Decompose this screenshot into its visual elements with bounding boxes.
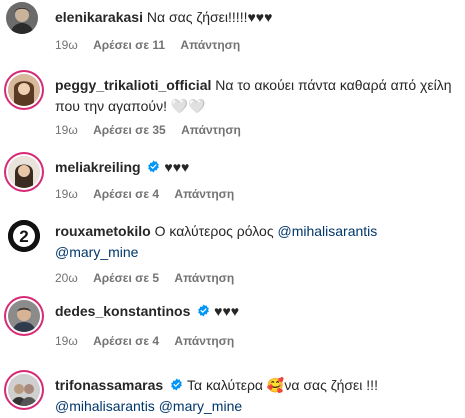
mention-link[interactable]: @mary_mine	[55, 244, 138, 260]
likes-count[interactable]: Αρέσει σε 4	[93, 187, 159, 201]
username[interactable]: peggy_trikalioti_official	[55, 77, 211, 93]
likes-count[interactable]: Αρέσει σε 11	[93, 38, 165, 52]
username[interactable]: elenikarakasi	[55, 9, 143, 25]
username[interactable]: dedes_konstantinos	[55, 303, 190, 319]
mention-link[interactable]: @mihalisarantis	[55, 398, 155, 414]
comment-meta: 19ω Αρέσει σε 4 Απάντηση	[55, 186, 246, 202]
comment-body: ♥♥♥	[214, 303, 240, 319]
timestamp[interactable]: 19ω	[55, 123, 78, 137]
svg-text:2: 2	[19, 227, 28, 246]
comment-body: Τα καλύτερα 🥰να σας ζήσει !!!	[186, 377, 378, 393]
username[interactable]: meliakreiling	[55, 159, 141, 175]
likes-count[interactable]: Αρέσει σε 4	[93, 334, 159, 348]
comment-text: meliakreiling ♥♥♥	[55, 157, 457, 178]
comments-list: elenikarakasi Να σας ζήσει!!!!!♥♥♥ 19ω Α…	[0, 0, 465, 418]
reply-button[interactable]: Απάντηση	[181, 123, 241, 137]
comment-text: rouxametokilo Ο καλύτερος ρόλος @mihalis…	[55, 221, 457, 263]
avatar[interactable]	[8, 374, 40, 406]
comment-body: Να σας ζήσει!!!!!♥♥♥	[146, 9, 273, 25]
mention-link[interactable]: @mihalisarantis	[277, 223, 377, 239]
likes-count[interactable]: Αρέσει σε 5	[93, 271, 159, 285]
verified-badge-icon	[198, 304, 210, 317]
verified-badge-icon	[171, 378, 182, 391]
comment-body: Ο καλύτερος ρόλος	[154, 223, 274, 239]
comment-text: peggy_trikalioti_official Να το ακούει π…	[55, 75, 457, 117]
avatar[interactable]	[8, 300, 40, 332]
username[interactable]: rouxametokilo	[55, 223, 151, 239]
reply-button[interactable]: Απάντηση	[180, 38, 240, 52]
comment-meta: 19ω Αρέσει σε 11 Απάντηση	[55, 37, 252, 53]
timestamp[interactable]: 19ω	[55, 334, 78, 348]
reply-button[interactable]: Απάντηση	[174, 271, 234, 285]
comment-text: dedes_konstantinos ♥♥♥	[55, 301, 457, 322]
comment-text: trifonassamaras Τα καλύτερα 🥰να σας ζήσε…	[55, 375, 457, 417]
timestamp[interactable]: 20ω	[55, 271, 78, 285]
comment-meta: 19ω Αρέσει σε 4 Απάντηση	[55, 333, 246, 349]
comment-meta: 19ω Αρέσει σε 35 Απάντηση	[55, 122, 253, 138]
verified-badge-icon	[148, 160, 160, 173]
timestamp[interactable]: 19ω	[55, 38, 78, 52]
comment-text: elenikarakasi Να σας ζήσει!!!!!♥♥♥	[55, 7, 457, 28]
comment-meta: 20ω Αρέσει σε 5 Απάντηση	[55, 270, 246, 286]
avatar[interactable]	[6, 2, 38, 34]
timestamp[interactable]: 19ω	[55, 187, 78, 201]
avatar[interactable]	[8, 74, 40, 106]
comment-body: ♥♥♥	[164, 159, 190, 175]
likes-count[interactable]: Αρέσει σε 35	[93, 123, 166, 137]
reply-button[interactable]: Απάντηση	[174, 187, 234, 201]
avatar[interactable]: 2	[8, 220, 40, 252]
mention-link[interactable]: @mary_mine	[159, 398, 242, 414]
username[interactable]: trifonassamaras	[55, 377, 163, 393]
reply-button[interactable]: Απάντηση	[174, 334, 234, 348]
avatar[interactable]	[8, 156, 40, 188]
